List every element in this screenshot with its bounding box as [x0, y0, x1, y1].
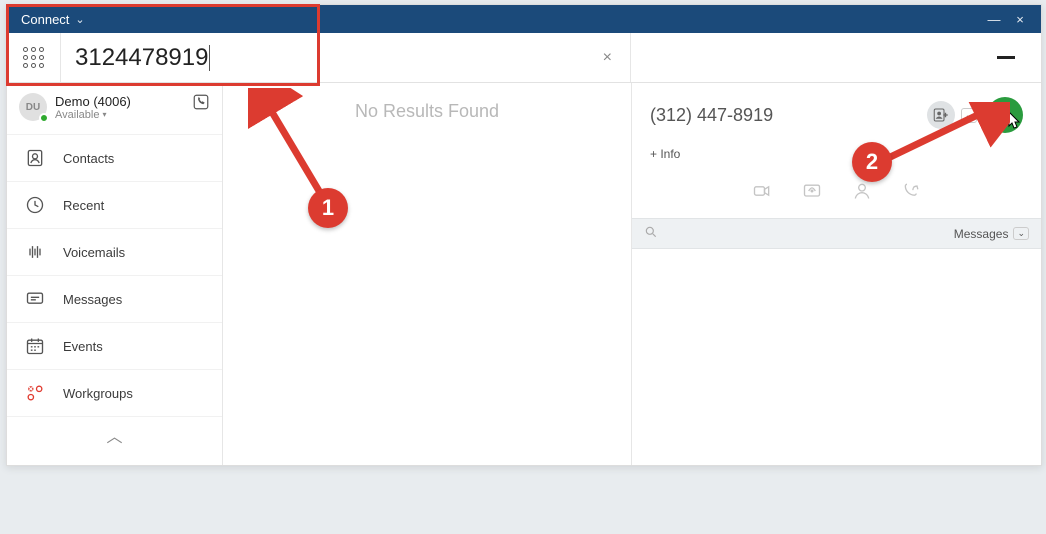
search-row: 3124478919 × — [7, 33, 1041, 83]
presence-dot — [39, 113, 49, 123]
sidebar-item-label: Voicemails — [63, 245, 125, 260]
transfer-icon[interactable] — [902, 181, 922, 206]
sidebar-item-label: Contacts — [63, 151, 114, 166]
avatar: DU — [19, 93, 47, 121]
sidebar-item-recent[interactable]: Recent — [7, 181, 222, 228]
contact-actions — [632, 175, 1041, 218]
contact-phone-number: (312) 447-8919 — [650, 105, 773, 126]
titlebar: Connect ⌄ — × — [7, 5, 1041, 33]
add-contact-button[interactable] — [927, 101, 955, 129]
clear-search-button[interactable]: × — [603, 49, 612, 67]
search-icon[interactable] — [644, 225, 658, 242]
dialpad-button[interactable] — [7, 33, 61, 82]
phone-status-icon[interactable] — [192, 93, 210, 116]
clock-icon — [25, 195, 45, 215]
results-pane: No Results Found — [223, 83, 631, 465]
workgroups-icon — [25, 383, 45, 403]
sidebar-item-messages[interactable]: Messages — [7, 275, 222, 322]
app-window: Connect ⌄ — × 3124478919 × — [6, 4, 1042, 466]
sidebar-collapse-button[interactable]: ︿ — [7, 416, 222, 453]
messages-filter-dropdown[interactable]: Messages ⌄ — [954, 227, 1029, 241]
sidebar-item-events[interactable]: Events — [7, 322, 222, 369]
no-results-text: No Results Found — [355, 101, 499, 121]
right-pane-header-strip — [631, 33, 1041, 82]
dial-value: 3124478919 — [75, 44, 208, 72]
contact-pane: (312) 447-8919 ⌄ — [631, 83, 1041, 465]
calendar-icon — [25, 336, 45, 356]
search-results-area: × — [321, 33, 631, 82]
user-icon[interactable] — [852, 181, 872, 206]
sidebar-item-workgroups[interactable]: Workgroups — [7, 369, 222, 416]
screen-share-icon[interactable] — [802, 181, 822, 206]
dialpad-icon — [23, 47, 44, 68]
contacts-icon — [25, 148, 45, 168]
app-title[interactable]: Connect — [21, 12, 69, 27]
profile-status[interactable]: Available▾ — [55, 109, 131, 121]
call-button[interactable] — [987, 97, 1023, 133]
sidebar-item-voicemails[interactable]: Voicemails — [7, 228, 222, 275]
info-expand[interactable]: + Info — [632, 141, 1041, 175]
sidebar-item-label: Messages — [63, 292, 122, 307]
sidebar-item-label: Events — [63, 339, 103, 354]
chevron-down-icon[interactable]: ⌄ — [75, 13, 84, 26]
profile-block[interactable]: DU Demo (4006) Available▾ — [7, 83, 222, 134]
profile-name: Demo (4006) — [55, 94, 131, 109]
sidebar-item-label: Workgroups — [63, 386, 133, 401]
messages-icon — [25, 289, 45, 309]
messages-panel-header: Messages ⌄ — [632, 218, 1041, 249]
video-icon[interactable] — [752, 181, 772, 206]
add-contact-dropdown[interactable]: ⌄ — [961, 108, 977, 123]
sidebar: DU Demo (4006) Available▾ — [7, 83, 223, 465]
voicemail-icon — [25, 242, 45, 262]
pane-collapse-handle[interactable] — [997, 56, 1015, 59]
cursor-icon — [1005, 110, 1025, 137]
sidebar-item-label: Recent — [63, 198, 104, 213]
window-close-button[interactable]: × — [1007, 12, 1033, 27]
minimize-button[interactable]: — — [981, 12, 1007, 27]
add-contact-icon — [932, 106, 950, 124]
chevron-down-icon: ⌄ — [1013, 227, 1029, 240]
chevron-up-icon: ︿ — [106, 429, 122, 446]
sidebar-item-contacts[interactable]: Contacts — [7, 134, 222, 181]
dial-input[interactable]: 3124478919 — [61, 33, 321, 82]
